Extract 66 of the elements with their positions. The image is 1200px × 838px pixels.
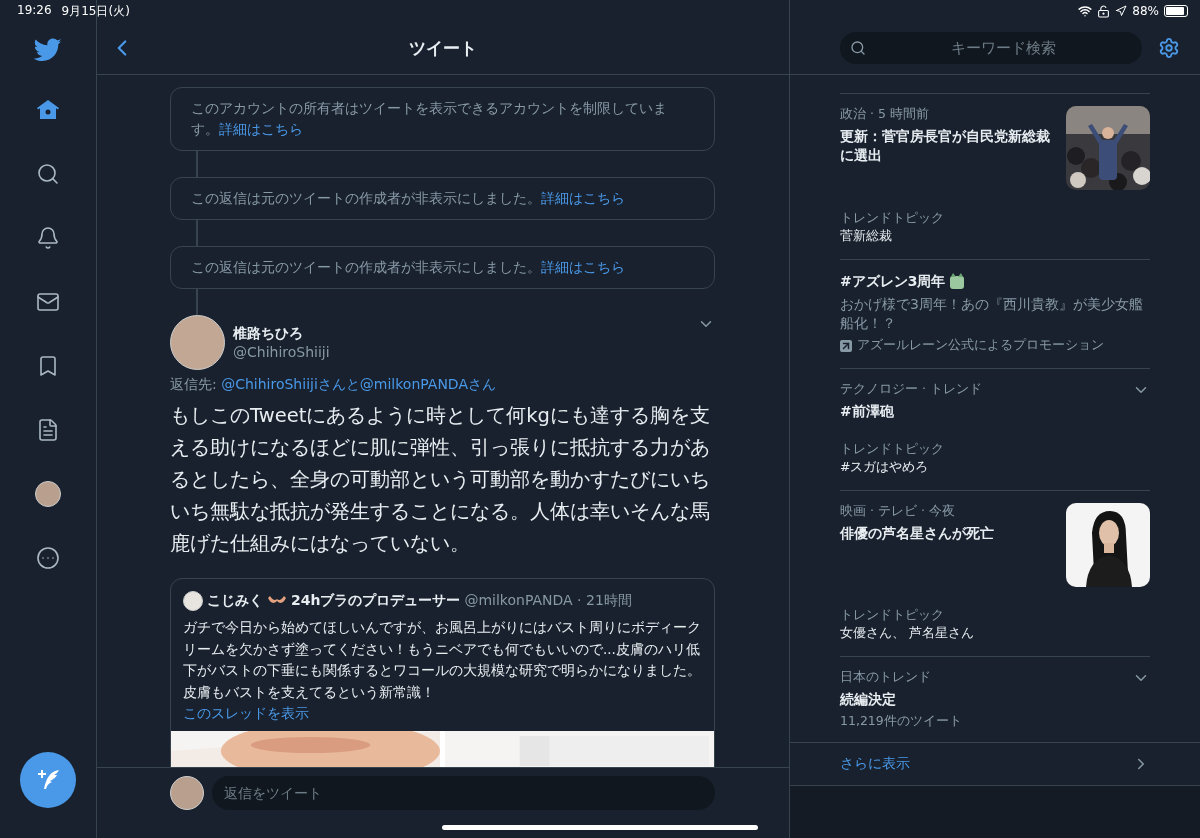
location-icon: [1115, 5, 1128, 17]
trend-item[interactable]: 日本のトレンド 続編決定 11,219件のツイート: [840, 656, 1150, 744]
trend-category: 政治 · 5 時間前: [840, 106, 930, 123]
reply-to-text: 返信先: @ChihiroShiijiさんと@milkonPANDAさん: [170, 376, 497, 394]
show-more-link[interactable]: さらに表示: [790, 742, 1200, 786]
details-link[interactable]: 詳細はこちら: [541, 190, 625, 206]
topic-value: 菅新総裁: [840, 228, 893, 245]
compose-tweet-button[interactable]: [20, 752, 76, 808]
details-link[interactable]: 詳細はこちら: [219, 121, 303, 137]
page-title: ツイート: [409, 36, 477, 60]
trend-category: 日本のトレンド: [840, 669, 932, 686]
status-time: 19:26: [17, 2, 52, 19]
notice-text: この返信は元のツイートの作成者が非表示にしました。詳細はこちら: [191, 259, 625, 275]
promoted-by-text: アズールレーン公式によるプロモーション: [857, 337, 1104, 354]
quoted-user-avatar: [183, 591, 203, 611]
search-field[interactable]: キーワード検索: [840, 32, 1142, 64]
topic-label: トレンドトピック: [840, 607, 945, 624]
quoted-tweet-text: ガチで今日から始めてほしいんですが、お風呂上がりにはバスト周りにボディークリームを欠かさず塗ってください！もうニベアでも何でもいいので...皮膚のハリ低下がバストの下垂にも関係するとワコールの大規模な研究で明らかになりました。皮膚もバストを支えてるという新常識！: [183, 618, 702, 702]
topic-label: トレンドトピック: [840, 441, 945, 458]
more-icon: [36, 546, 60, 570]
settings-button[interactable]: [1158, 37, 1180, 59]
trend-title: 俳優の芦名星さんが死亡: [840, 524, 994, 543]
reply-input-field[interactable]: 返信をツイート: [212, 776, 715, 810]
search-icon: [36, 162, 60, 186]
bird-logo-icon: [34, 38, 62, 62]
home-icon: [36, 98, 60, 122]
promoted-icon: [840, 339, 852, 352]
tweet-text: もしこのTweetにあるように時として何kgにも達する胸を支える助けになるほどに肌に弾性、引っ張りに抵抗する力があるとしたら、全身の可動部という可動部を動かすたびにいちいち無駄な抵抗が発生することになる。人体は幸いそんな馬鹿げた仕組みにはなっていない。: [170, 403, 711, 557]
topic-value: #スガはやめろ: [840, 459, 930, 476]
topic-value: 女優さん、 芦名星さん: [840, 625, 975, 642]
trend-item[interactable]: 政治 · 5 時間前 更新：菅官房長官が自民党新総裁に選出 トレンドトピック 菅新総裁: [840, 93, 1150, 259]
user-name: 椎路ちひろ: [233, 325, 304, 343]
tweet-count: 11,219件のツイート: [840, 713, 963, 730]
search-icon: [850, 40, 866, 56]
mention-link[interactable]: @ChihiroShiijiさんと@milkonPANDAさん: [221, 376, 496, 392]
my-avatar: [170, 776, 204, 810]
topic-label: トレンドトピック: [840, 210, 945, 227]
quoted-user-name: こじみく: [207, 592, 263, 610]
bell-icon: [36, 226, 60, 250]
trend-item[interactable]: テクノロジー · トレンド #前澤砲 トレンドトピック #スガはやめろ: [840, 368, 1150, 490]
trend-item[interactable]: 映画 · テレビ · 今夜 俳優の芦名星さんが死亡 トレンドトピック 女優さん、 芦名星さん: [840, 490, 1150, 656]
settings-icon: [1158, 37, 1180, 59]
trend-category: テクノロジー · トレンド: [840, 381, 983, 398]
rotation-lock-icon: [1097, 4, 1111, 18]
trend-title: 更新：菅官房長官が自民党新総裁に選出: [840, 127, 1051, 165]
mascot-icon: [949, 273, 966, 290]
status-date: 9月15日(火): [61, 2, 130, 20]
trend-item[interactable]: #アズレン3周年 おかげ様で3周年！あの『西川貴教』が美少女艦船化！？ アズールレーン公式によるプロモーション: [840, 259, 1150, 368]
details-link[interactable]: 詳細はこちら: [541, 259, 625, 275]
trend-title: 続編決定: [840, 690, 896, 709]
trend-description: おかげ様で3周年！あの『西川貴教』が美少女艦船化！？: [840, 295, 1144, 333]
quoted-user-handle: @milkonPANDA · 21時間: [464, 592, 632, 610]
show-thread-link[interactable]: このスレッドを表示: [183, 705, 309, 723]
trend-title: #アズレン3周年: [840, 272, 946, 291]
battery-percent: 88%: [1132, 4, 1159, 18]
user-handle: @ChihiroShiiji: [233, 344, 331, 360]
trend-category: 映画 · テレビ · 今夜: [840, 503, 956, 520]
list-document-icon: [36, 418, 60, 442]
battery-icon: [1164, 5, 1188, 17]
trend-title: #前澤砲: [840, 402, 894, 421]
profile-avatar: [35, 481, 61, 507]
quoted-user-name: 24hブラのプロデューサー: [291, 592, 461, 610]
wifi-icon: [1078, 4, 1093, 18]
notice-text: このアカウントの所有者はツイートを表示できるアカウントを制限しています。詳細はこちら: [191, 100, 667, 137]
notice-text: この返信は元のツイートの作成者が非表示にしました。詳細はこちら: [191, 190, 625, 206]
envelope-icon: [36, 290, 60, 314]
